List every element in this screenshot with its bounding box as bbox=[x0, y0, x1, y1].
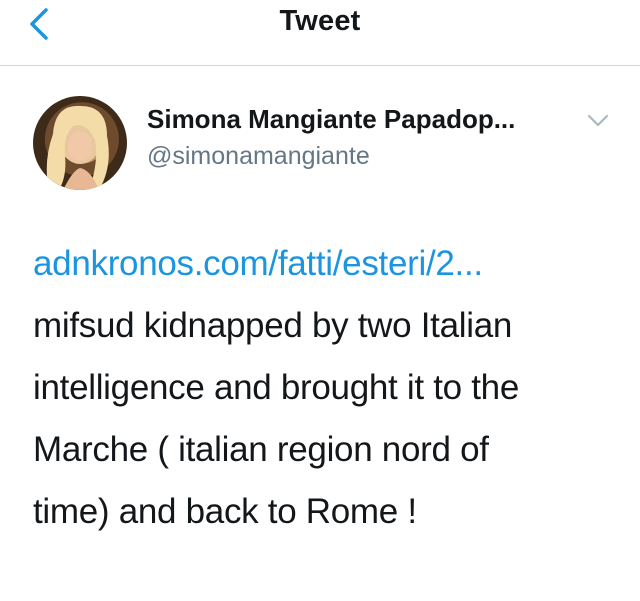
tweet-text: adnkronos.com/fatti/esteri/2... mifsud k… bbox=[33, 233, 633, 543]
author-handle[interactable]: @simonamangiante bbox=[147, 142, 370, 171]
tweet-menu-button[interactable] bbox=[585, 111, 611, 131]
tweet-text-line: time) and back to Rome ! bbox=[33, 492, 417, 531]
avatar[interactable] bbox=[33, 96, 127, 190]
tweet-text-line: Marche ( italian region nord of bbox=[33, 430, 489, 469]
tweet-author: Simona Mangiante Papadop... @simonamangi… bbox=[0, 66, 640, 206]
tweet-text-line: mifsud kidnapped by two Italian bbox=[33, 306, 513, 345]
author-display-name[interactable]: Simona Mangiante Papadop... bbox=[147, 104, 515, 135]
page-title: Tweet bbox=[279, 5, 361, 37]
chevron-down-icon bbox=[585, 111, 611, 131]
tweet-link[interactable]: adnkronos.com/fatti/esteri/2... bbox=[33, 233, 633, 295]
tweet-text-line: intelligence and brought it to the bbox=[33, 368, 519, 407]
navigation-bar: Tweet bbox=[0, 0, 640, 66]
